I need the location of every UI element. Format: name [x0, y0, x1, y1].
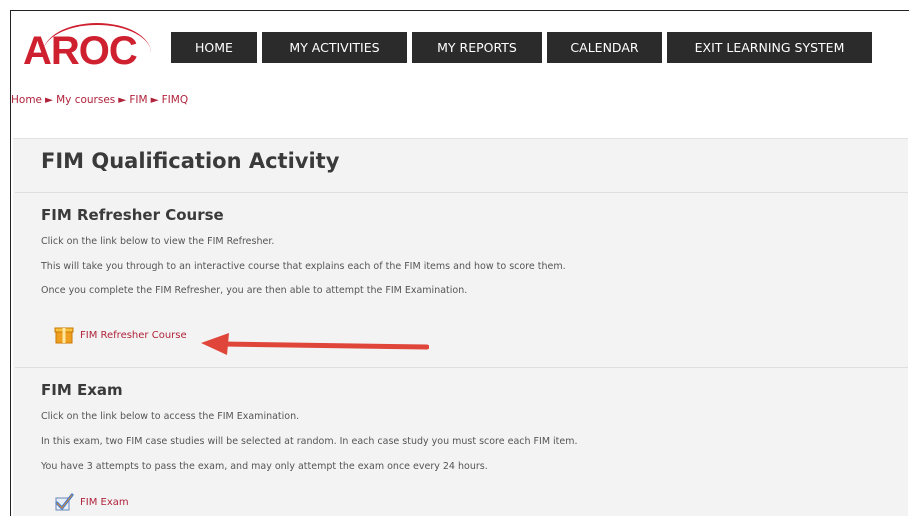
- section-text: Once you complete the FIM Refresher, you…: [41, 285, 468, 296]
- breadcrumb-separator-icon: ►: [150, 94, 159, 106]
- section-text: Click on the link below to access the FI…: [41, 411, 300, 422]
- divider: [15, 192, 908, 193]
- package-icon: [54, 327, 74, 344]
- link-label: FIM Exam: [80, 496, 129, 508]
- aroc-logo[interactable]: AROC: [23, 23, 153, 73]
- section-title-exam: FIM Exam: [41, 381, 123, 399]
- nav-calendar[interactable]: CALENDAR: [547, 32, 662, 63]
- breadcrumb-home[interactable]: Home: [11, 94, 42, 106]
- logo-text: AROC: [23, 29, 138, 73]
- section-text: Click on the link below to view the FIM …: [41, 236, 275, 247]
- quiz-check-icon: [55, 493, 74, 511]
- breadcrumb-my-courses[interactable]: My courses: [56, 94, 115, 106]
- nav-home[interactable]: HOME: [171, 32, 257, 63]
- red-arrow-annotation: [201, 333, 429, 355]
- fim-refresher-course-link[interactable]: FIM Refresher Course: [54, 325, 187, 345]
- main-nav: HOME MY ACTIVITIES MY REPORTS CALENDAR E…: [171, 32, 872, 63]
- divider: [15, 367, 908, 368]
- breadcrumb-fimq[interactable]: FIMQ: [162, 94, 188, 106]
- nav-my-reports[interactable]: MY REPORTS: [412, 32, 542, 63]
- page-title: FIM Qualification Activity: [41, 149, 340, 173]
- section-text: You have 3 attempts to pass the exam, an…: [41, 461, 488, 472]
- section-text: This will take you through to an interac…: [41, 261, 566, 272]
- breadcrumb: Home ► My courses ► FIM ► FIMQ: [11, 94, 188, 106]
- breadcrumb-separator-icon: ►: [118, 94, 127, 106]
- breadcrumb-fim[interactable]: FIM: [129, 94, 147, 106]
- fim-exam-link[interactable]: FIM Exam: [54, 492, 129, 512]
- breadcrumb-separator-icon: ►: [45, 94, 54, 106]
- section-text: In this exam, two FIM case studies will …: [41, 436, 578, 447]
- link-label: FIM Refresher Course: [80, 329, 187, 341]
- nav-my-activities[interactable]: MY ACTIVITIES: [262, 32, 407, 63]
- section-title-refresher: FIM Refresher Course: [41, 206, 224, 224]
- browser-frame: AROC HOME MY ACTIVITIES MY REPORTS CALEN…: [10, 10, 909, 516]
- nav-exit-learning-system[interactable]: EXIT LEARNING SYSTEM: [667, 32, 872, 63]
